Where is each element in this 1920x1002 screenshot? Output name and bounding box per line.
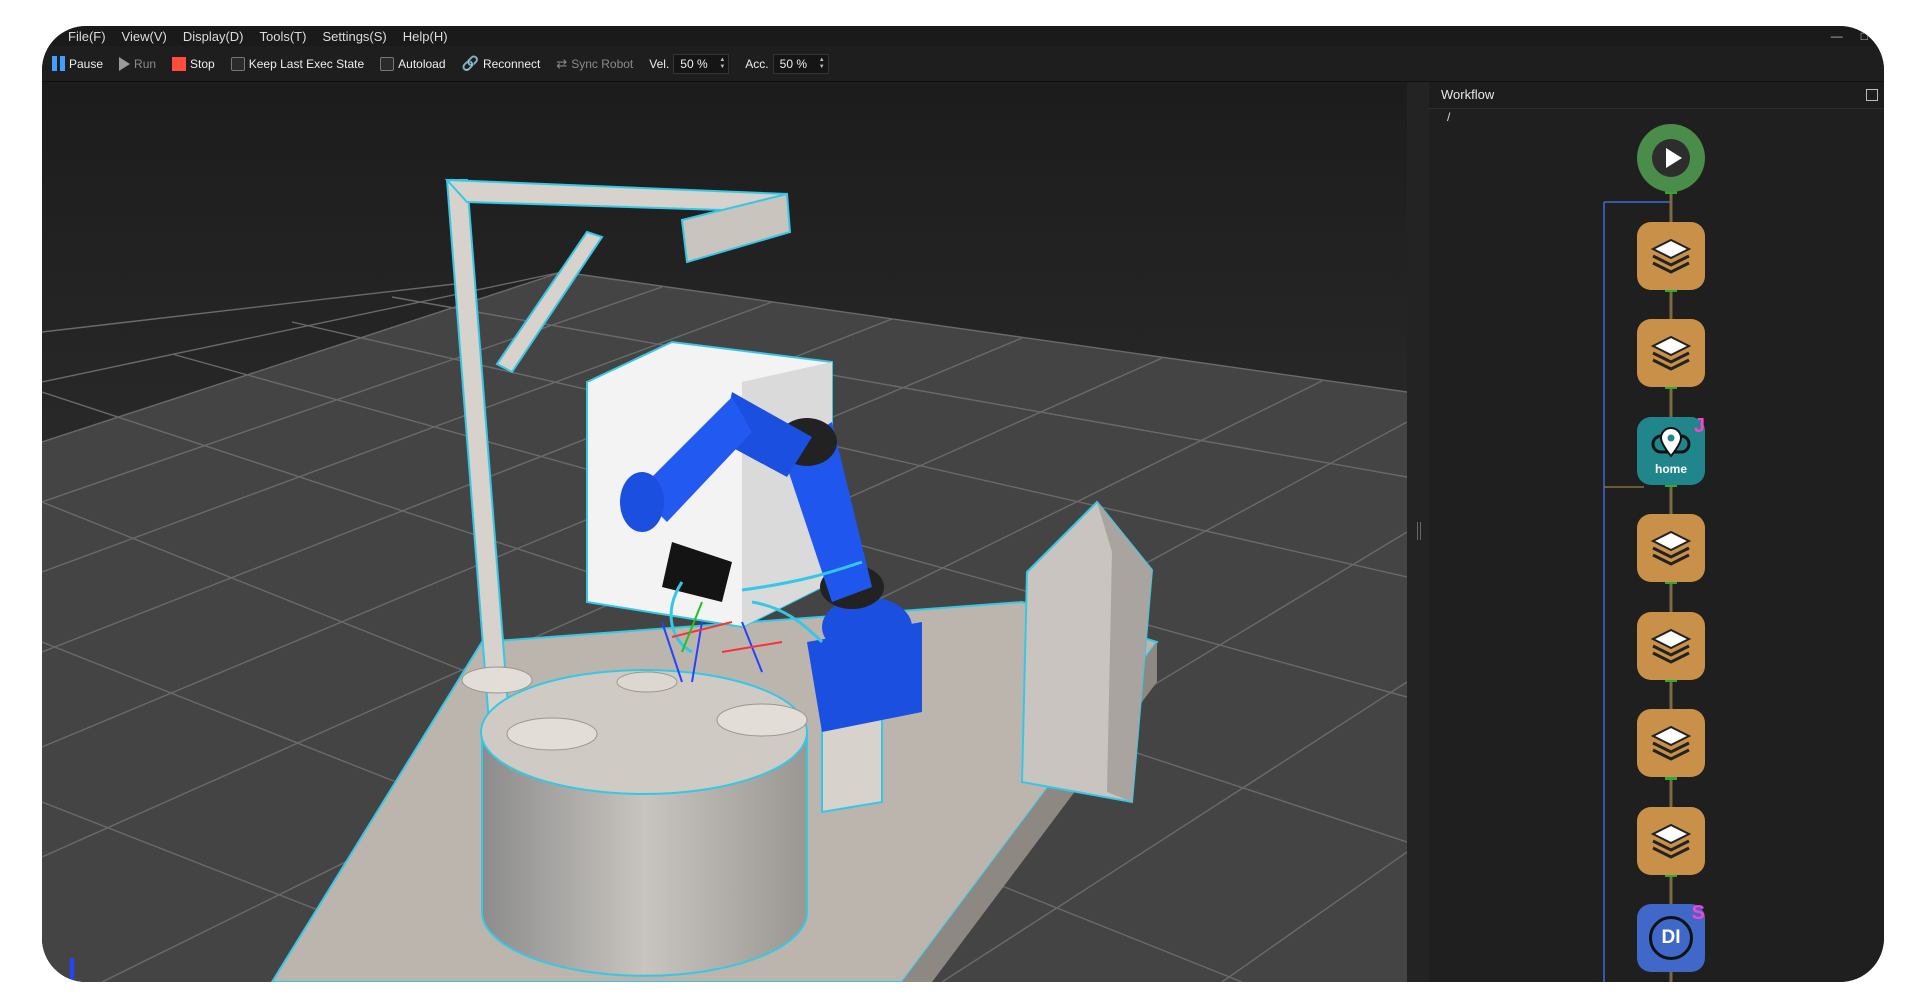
layers-icon <box>1650 335 1692 371</box>
reconnect-button[interactable]: 🔗 Reconnect <box>462 55 541 72</box>
location-pin-icon <box>1651 426 1691 458</box>
velocity-value: 50 % <box>680 56 708 71</box>
velocity-control: Vel. 50 % ▲ ▼ <box>649 53 730 74</box>
workflow-node-layer[interactable] <box>1637 807 1705 875</box>
home-node-label: home <box>1654 462 1687 476</box>
axis-indicator <box>70 958 74 980</box>
workflow-node-layer[interactable] <box>1637 612 1705 680</box>
workflow-node-layer[interactable] <box>1637 319 1705 387</box>
stepper-arrows-icon[interactable]: ▲ ▼ <box>819 57 825 71</box>
rotary-table <box>461 666 808 977</box>
layers-icon <box>1650 823 1692 859</box>
link-icon: 🔗 <box>461 55 479 71</box>
sync-icon: ⇄ <box>556 55 568 71</box>
acceleration-stepper[interactable]: 50 % ▲ ▼ <box>772 53 829 74</box>
maximize-button[interactable]: □ <box>1861 29 1868 43</box>
layers-icon <box>1650 628 1692 664</box>
workflow-node-home[interactable]: home J <box>1637 415 1705 485</box>
workflow-panel: Workflow / home J DI S <box>1429 82 1884 982</box>
play-icon <box>119 56 131 71</box>
run-button[interactable]: Run <box>119 56 157 71</box>
app-window: File(F) View(V) Display(D) Tools(T) Sett… <box>42 26 1884 982</box>
workflow-node-layer[interactable] <box>1637 709 1705 777</box>
workflow-node-di[interactable]: DI S <box>1637 902 1705 972</box>
joint-badge: J <box>1693 415 1705 437</box>
workflow-node-layer[interactable] <box>1637 514 1705 582</box>
checkbox-icon <box>230 56 245 71</box>
autoload-checkbox[interactable]: Autoload <box>380 56 446 71</box>
acceleration-label: Acc. <box>745 56 769 71</box>
keep-last-exec-state-checkbox[interactable]: Keep Last Exec State <box>230 56 365 71</box>
menu-settings[interactable]: Settings(S) <box>322 29 386 44</box>
play-icon <box>1652 139 1690 177</box>
scene-render <box>42 82 1407 982</box>
menu-bar: File(F) View(V) Display(D) Tools(T) Sett… <box>42 26 1884 46</box>
checkbox-icon <box>380 56 395 71</box>
pause-icon <box>52 56 65 71</box>
minimize-button[interactable]: — <box>1831 29 1843 43</box>
velocity-label: Vel. <box>649 56 670 71</box>
window-controls: — □ <box>1831 26 1868 46</box>
3d-viewport[interactable] <box>42 82 1407 982</box>
menu-file[interactable]: File(F) <box>68 29 106 44</box>
pause-label: Pause <box>69 56 104 71</box>
acceleration-value: 50 % <box>779 56 807 71</box>
menu-view[interactable]: View(V) <box>122 29 167 44</box>
di-node-label: DI <box>1661 927 1681 948</box>
velocity-stepper[interactable]: 50 % ▲ ▼ <box>673 53 730 74</box>
di-icon: DI <box>1649 916 1693 960</box>
run-label: Run <box>134 56 157 71</box>
layers-icon <box>1650 530 1692 566</box>
layers-icon <box>1650 725 1692 761</box>
workflow-node-start[interactable] <box>1637 124 1705 192</box>
menu-display[interactable]: Display(D) <box>183 29 244 44</box>
splitter-grip-icon[interactable] <box>1417 522 1421 540</box>
menu-tools[interactable]: Tools(T) <box>260 29 307 44</box>
reconnect-label: Reconnect <box>482 56 541 71</box>
keep-last-exec-state-label: Keep Last Exec State <box>248 56 365 71</box>
autoload-label: Autoload <box>398 56 446 71</box>
workflow-node-layer[interactable] <box>1637 222 1705 290</box>
stop-button[interactable]: Stop <box>172 56 215 71</box>
toolbar: Pause Run Stop Keep Last Exec State Auto… <box>42 46 1884 82</box>
stop-icon <box>172 56 187 71</box>
stepper-arrows-icon[interactable]: ▲ ▼ <box>719 57 725 71</box>
pause-button[interactable]: Pause <box>52 56 103 71</box>
sync-robot-label: Sync Robot <box>571 56 634 71</box>
menu-help[interactable]: Help(H) <box>403 29 448 44</box>
stop-label: Stop <box>190 56 215 71</box>
signal-badge: S <box>1691 902 1705 924</box>
acceleration-control: Acc. 50 % ▲ ▼ <box>745 53 829 74</box>
layers-icon <box>1650 238 1692 274</box>
sync-robot-button[interactable]: ⇄ Sync Robot <box>556 56 633 72</box>
panel-splitter[interactable] <box>1407 82 1429 982</box>
